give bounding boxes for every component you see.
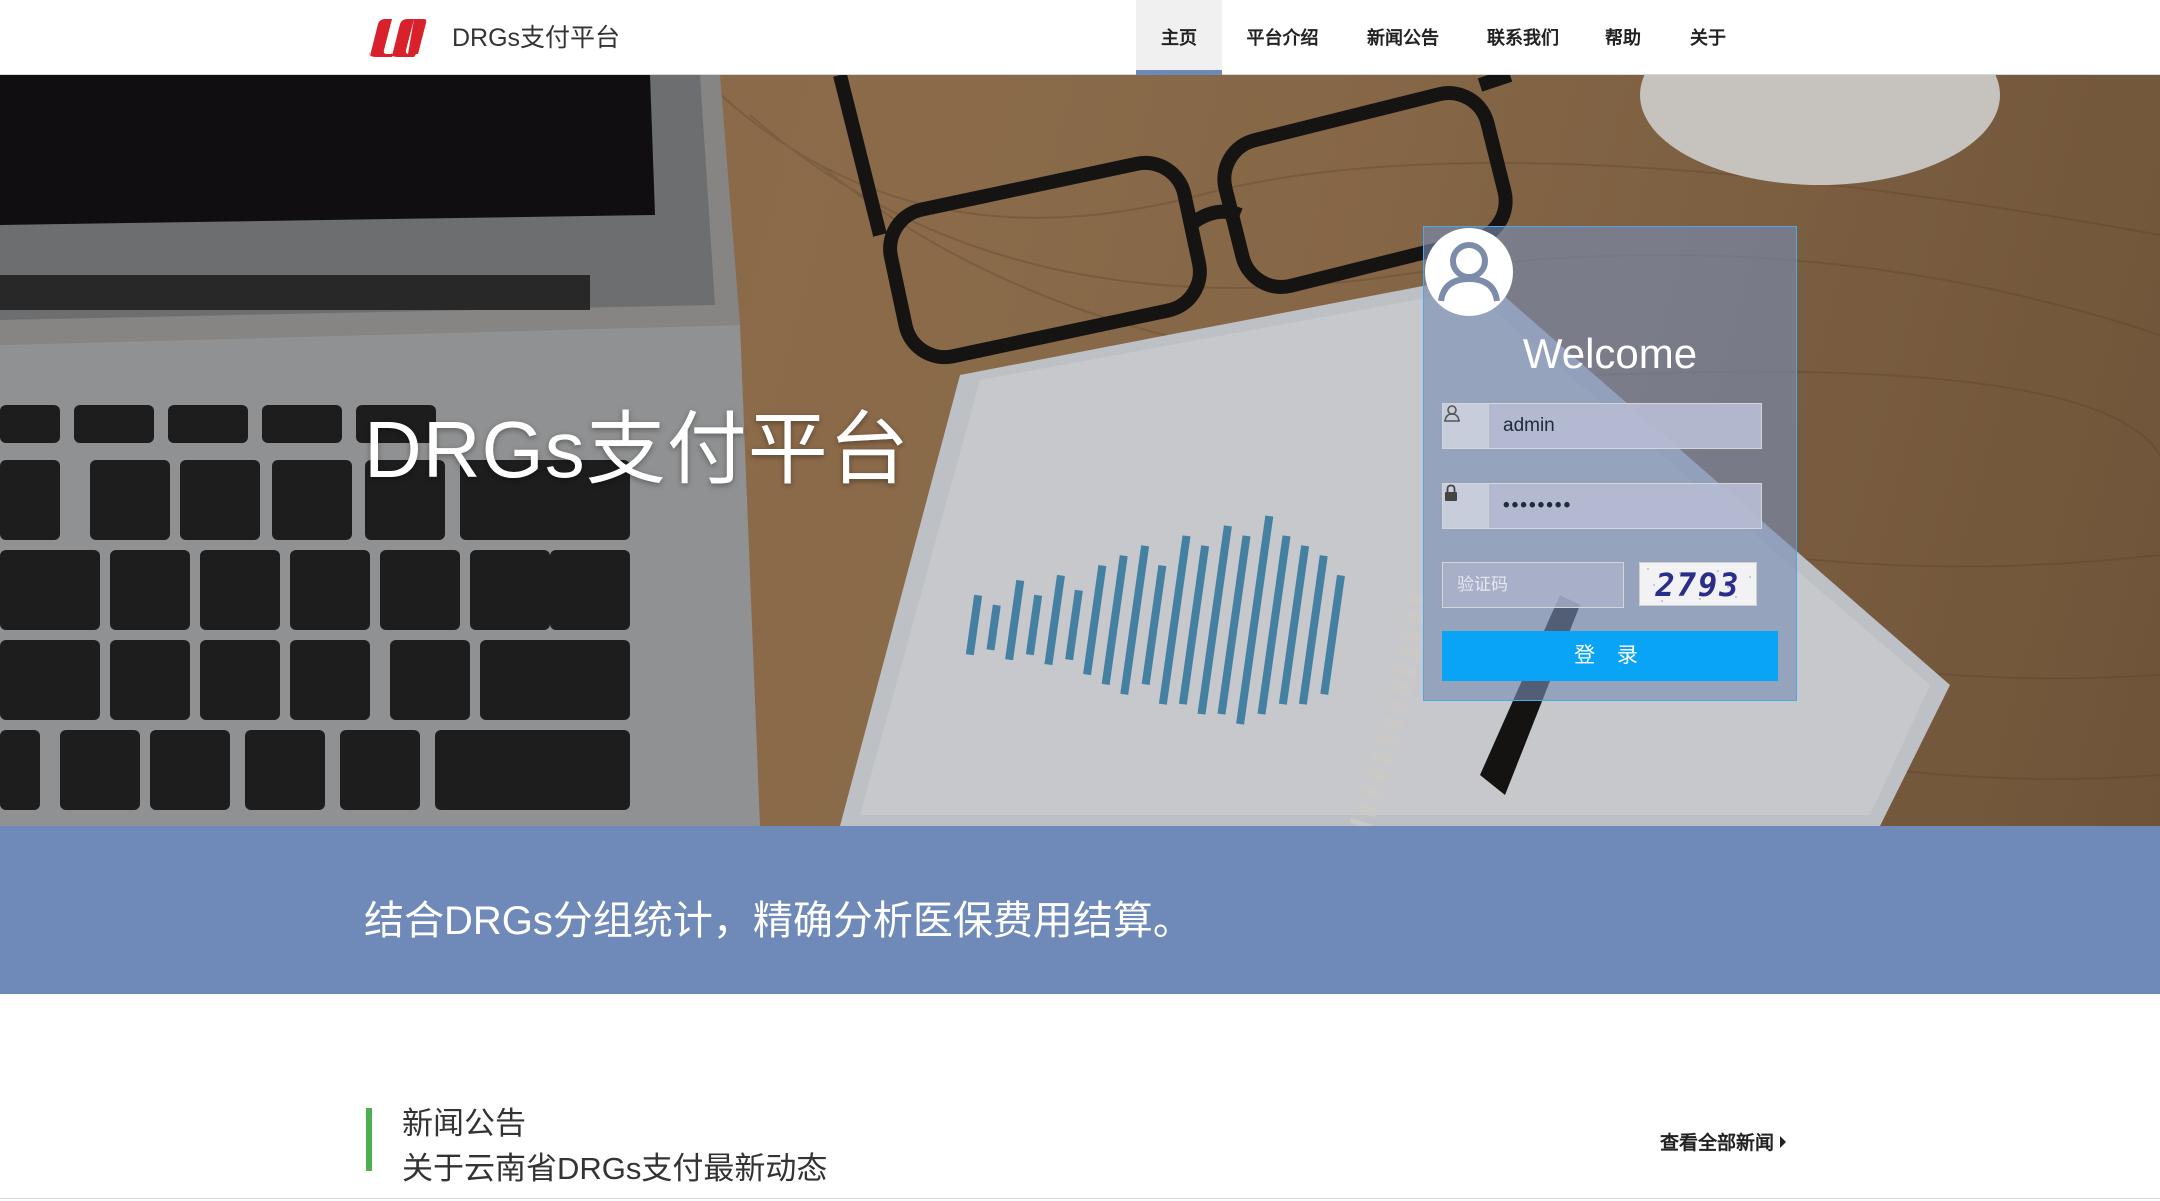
captcha-image[interactable]: 2793 (1639, 562, 1757, 606)
lock-icon (1443, 484, 1489, 528)
hero-overlay (0, 75, 2160, 826)
password-value[interactable]: •••••••• (1489, 484, 1761, 528)
tagline-band: 结合DRGs分组统计，精确分析医保费用结算。 (0, 826, 2160, 994)
welcome-heading: Welcome (1522, 330, 1698, 377)
nav-item-news[interactable]: 新闻公告 (1343, 0, 1463, 75)
username-field[interactable]: admin (1442, 403, 1762, 449)
news-accent-bar (366, 1108, 372, 1171)
nav-item-contact[interactable]: 联系我们 (1463, 0, 1583, 75)
view-all-news-label[interactable]: 查看全部新闻 (1660, 1128, 1774, 1155)
top-header: DRGs支付平台 主页 平台介绍 新闻公告 联系我们 帮助 关于 (0, 0, 2160, 75)
user-icon (1443, 404, 1489, 448)
news-section-title: 新闻公告 (402, 1106, 526, 1141)
caret-right-icon (1780, 1135, 1787, 1148)
hero-banner: DRGs支付平台 Welcome admin •••••••• 验证码 2793… (0, 75, 2160, 826)
nav-item-about[interactable]: 关于 (1663, 0, 1753, 75)
password-field[interactable]: •••••••• (1442, 483, 1762, 529)
tagline-text: 结合DRGs分组统计，精确分析医保费用结算。 (364, 899, 1193, 943)
login-button[interactable]: 登 录 (1442, 631, 1778, 681)
nav-item-platform-intro[interactable]: 平台介绍 (1222, 0, 1343, 75)
username-value[interactable]: admin (1489, 404, 1761, 448)
nav-item-help[interactable]: 帮助 (1583, 0, 1663, 75)
hero-title: DRGs支付平台 (364, 405, 910, 494)
login-panel: Welcome admin •••••••• 验证码 2793 登 录 (1423, 226, 1797, 701)
nav-item-home[interactable]: 主页 (1136, 0, 1222, 75)
user-avatar-icon (1425, 228, 1513, 316)
captcha-code: 2793 (1655, 566, 1741, 604)
brand-title: DRGs支付平台 (452, 24, 621, 52)
main-nav: 主页 平台介绍 新闻公告 联系我们 帮助 关于 (1136, 0, 1753, 75)
news-section-subtitle: 关于云南省DRGs支付最新动态 (402, 1151, 828, 1186)
view-all-news-link[interactable]: 查看全部新闻 (1660, 1128, 1787, 1155)
captcha-input[interactable]: 验证码 (1442, 562, 1624, 608)
union-logo-icon[interactable] (364, 16, 428, 60)
footer-divider (0, 1198, 2160, 1199)
